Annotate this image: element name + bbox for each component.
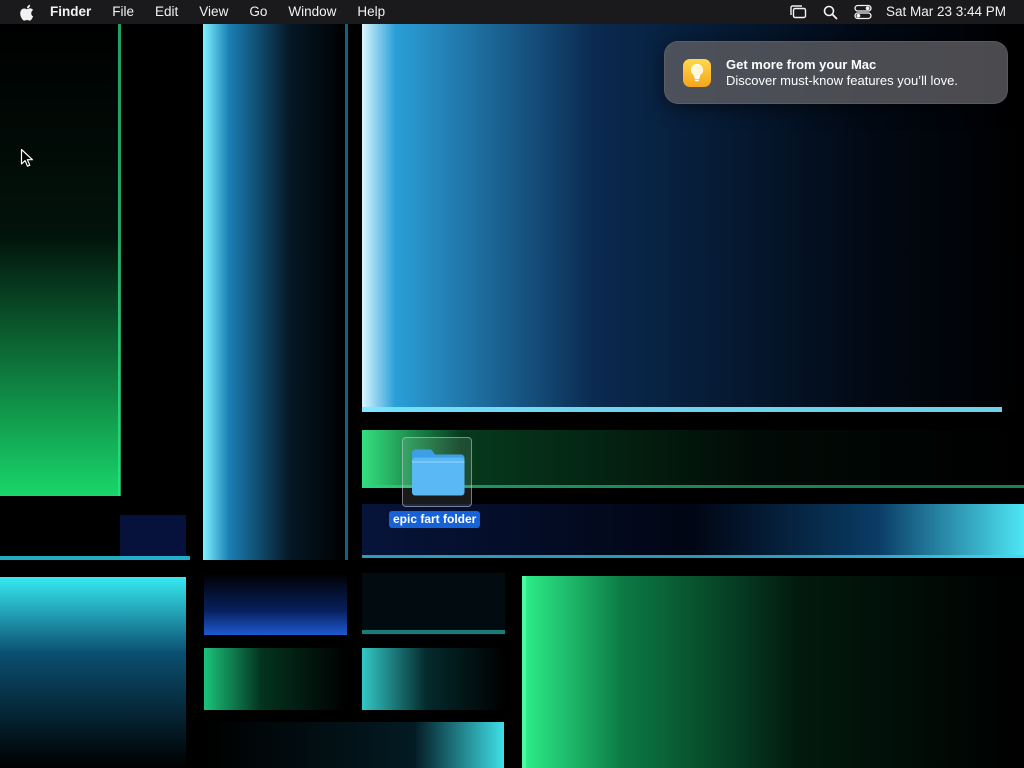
notification-title: Get more from your Mac	[726, 57, 877, 72]
tips-notification[interactable]: Get more from your Mac Discover must-kno…	[664, 41, 1008, 104]
notification-body: Discover must-know features you’ll love.	[726, 73, 958, 88]
menu-bar-clock[interactable]: Sat Mar 23 3:44 PM	[886, 0, 1006, 24]
wallpaper	[0, 0, 1024, 768]
folder-label[interactable]: epic fart folder	[389, 511, 481, 528]
menu-bar: Finder File Edit View Go Window Help Sat…	[0, 0, 1024, 24]
menu-app-finder[interactable]: Finder	[50, 0, 91, 24]
folder-icon[interactable]	[408, 447, 468, 499]
menu-file[interactable]: File	[112, 0, 134, 24]
menu-view[interactable]: View	[199, 0, 228, 24]
apple-logo-icon[interactable]	[17, 3, 35, 21]
folder-selection-box[interactable]	[402, 437, 472, 507]
lightbulb-icon	[683, 59, 711, 87]
desktop[interactable]: Finder File Edit View Go Window Help Sat…	[0, 0, 1024, 768]
control-center-icon[interactable]	[854, 0, 872, 24]
menu-edit[interactable]: Edit	[155, 0, 178, 24]
search-icon[interactable]	[823, 0, 838, 24]
mouse-cursor-icon	[20, 148, 33, 167]
stage-manager-icon[interactable]	[789, 0, 807, 24]
menu-help[interactable]: Help	[357, 0, 385, 24]
menu-window[interactable]: Window	[288, 0, 336, 24]
menu-go[interactable]: Go	[249, 0, 267, 24]
